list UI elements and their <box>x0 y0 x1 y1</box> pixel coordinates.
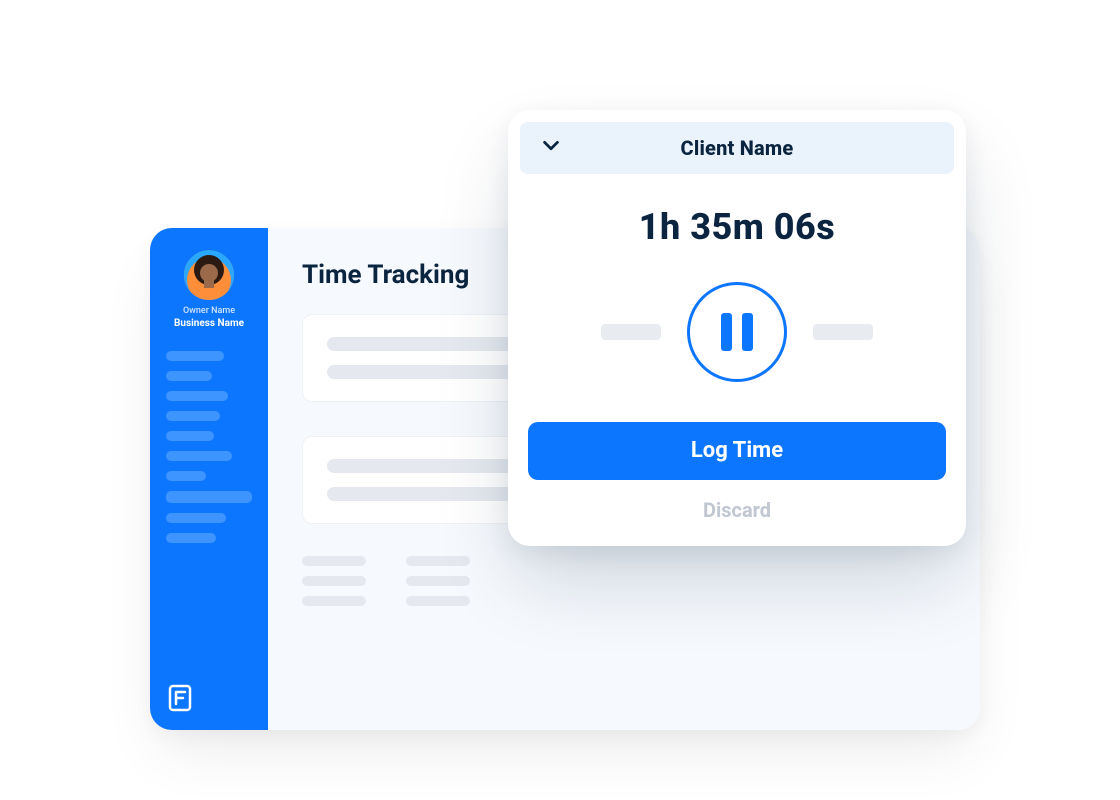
skeleton-line <box>406 576 470 586</box>
summary-columns <box>302 556 940 606</box>
sidebar-item[interactable] <box>166 451 232 461</box>
log-time-button[interactable]: Log Time <box>528 422 946 480</box>
business-name-label: Business Name <box>174 318 244 329</box>
sidebar-item[interactable] <box>166 533 216 543</box>
sidebar-item[interactable] <box>166 513 226 523</box>
sidebar-nav <box>162 351 256 543</box>
client-selector[interactable]: Client Name <box>520 122 954 174</box>
owner-name-label: Owner Name <box>183 306 235 316</box>
sidebar-item[interactable] <box>166 491 252 503</box>
skeleton-line <box>302 596 366 606</box>
sidebar-item[interactable] <box>166 391 228 401</box>
elapsed-time: 1h 35m 06s <box>508 206 966 248</box>
timer-popover: Client Name 1h 35m 06s Log Time Discard <box>508 110 966 546</box>
client-name-label: Client Name <box>520 136 954 160</box>
sidebar-item[interactable] <box>166 431 214 441</box>
skeleton-line <box>406 596 470 606</box>
brand-logo-icon <box>162 684 194 716</box>
skeleton-line <box>302 576 366 586</box>
timeline-segment <box>813 324 873 340</box>
sidebar-item[interactable] <box>166 411 220 421</box>
pause-icon <box>721 313 753 351</box>
avatar[interactable] <box>184 250 234 300</box>
skeleton-line <box>302 556 366 566</box>
sidebar-item[interactable] <box>166 371 212 381</box>
timer-controls <box>508 282 966 382</box>
sidebar-item[interactable] <box>166 351 224 361</box>
pause-button[interactable] <box>687 282 787 382</box>
timeline-segment <box>601 324 661 340</box>
skeleton-line <box>406 556 470 566</box>
discard-button[interactable]: Discard <box>508 498 966 522</box>
sidebar-item[interactable] <box>166 471 206 481</box>
chevron-down-icon <box>540 135 562 161</box>
sidebar: Owner Name Business Name <box>150 228 268 730</box>
